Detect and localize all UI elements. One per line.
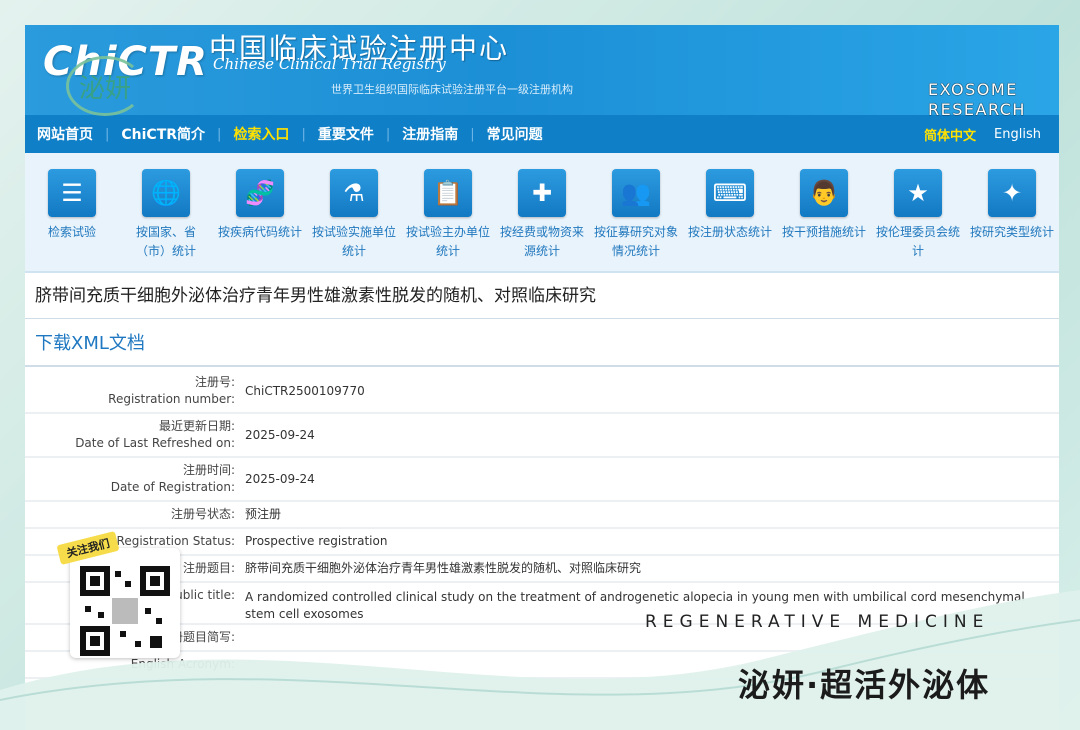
stats-link[interactable]: ⌨ 按注册状态统计 [683,153,777,271]
stats-link-label: 按干预措施统计 [781,225,866,239]
stats-icon-bar: ☰ 检索试验 🌐 按国家、省（市）统计 🧬 按疾病代码统计 ⚗ 按试验实施单位统计 📋 按试验主办… [25,153,1059,273]
detail-row: 注册题目: 脐带间充质干细胞外泌体治疗青年男性雄激素性脱发的随机、对照临床研究 [25,556,1059,583]
field-value: 预注册 [245,507,282,521]
study-title: 脐带间充质干细胞外泌体治疗青年男性雄激素性脱发的随机、对照临床研究 [25,273,1059,319]
keyboard-icon: ⌨ [706,169,754,217]
registration-details: 注册号: Registration number: ChiCTR2500109770… [25,370,1059,679]
clipboard-icon: 📋 [424,169,472,217]
stats-link-label: 按试验主办单位统计 [405,225,490,258]
detail-row: 注册时间: Date of Registration: 2025-09-24 [25,458,1059,502]
header-banner: ChiCTR 中国临床试验注册中心 Chinese Clinical Trial… [25,25,1059,115]
brand-slogan: 泌妍·超活外泌体 [738,666,991,704]
stats-link-label: 按研究类型统计 [969,225,1054,239]
field-value: 2025-09-24 [245,427,315,442]
exosome-research-text: EXOSOME RESEARCH [928,80,1026,120]
research-line: RESEARCH [928,100,1026,119]
nav-item[interactable]: 检索入口 [221,124,301,144]
stats-link[interactable]: ☰ 检索试验 [25,153,119,271]
nav-item[interactable]: 注册指南 [390,124,470,144]
field-label-en: Date of Registration: [110,480,235,494]
download-xml-link[interactable]: 下载XML文档 [25,321,1059,367]
field-value: 脐带间充质干细胞外泌体治疗青年男性雄激素性脱发的随机、对照临床研究 [245,561,642,575]
sparkle-icon: ✦ [988,169,1036,217]
stats-link[interactable]: 🌐 按国家、省（市）统计 [119,153,213,271]
field-label-cn: 注册号: [194,375,235,389]
field-label-cn: 注册时间: [182,463,235,477]
nav-item[interactable]: 网站首页 [25,124,105,144]
detail-row: 注册号状态: 预注册 [25,502,1059,529]
stats-link-label: 按试验实施单位统计 [311,225,396,258]
field-label: 注册时间: Date of Registration: [25,458,235,500]
stats-link-label: 按伦理委员会统计 [875,225,960,258]
medical-kit-icon: ✚ [518,169,566,217]
stats-link[interactable]: ✦ 按研究类型统计 [965,153,1059,271]
lang-chinese-link[interactable]: 简体中文 [924,125,976,144]
dna-icon: 🧬 [236,169,284,217]
nav-item[interactable]: 重要文件 [306,124,386,144]
exosome-line: EXOSOME [928,80,1018,99]
field-label-en: Registration number: [108,392,235,406]
stats-link[interactable]: 📋 按试验主办单位统计 [401,153,495,271]
stats-link[interactable]: ★ 按伦理委员会统计 [871,153,965,271]
world-map-icon: 🌐 [142,169,190,217]
stats-link[interactable]: 🧬 按疾病代码统计 [213,153,307,271]
stats-link[interactable]: 👨 按干预措施统计 [777,153,871,271]
stats-link-label: 按征募研究对象情况统计 [593,225,678,258]
stats-link-label: 按经费或物资来源统计 [499,225,584,258]
flask-icon: ⚗ [330,169,378,217]
field-value: 2025-09-24 [245,471,315,486]
nav-item[interactable]: ChiCTR简介 [109,124,217,144]
field-value [235,652,245,677]
language-switcher: 简体中文 English [924,115,1041,153]
stats-link-label: 按疾病代码统计 [217,225,302,239]
regenerative-medicine-text: REGENERATIVE MEDICINE [645,612,990,632]
field-value [235,625,245,650]
detail-row: 注册号: Registration number: ChiCTR2500109770 [25,370,1059,414]
field-label-cn: 最近更新日期: [158,419,235,433]
nav-item[interactable]: 常见问题 [475,124,555,144]
field-value: Prospective registration [245,534,388,548]
doctor-icon: 👨 [800,169,848,217]
stats-link-label: 按注册状态统计 [687,225,772,239]
detail-row: Registration Status: Prospective registra… [25,529,1059,556]
brand-logo-mark: 泌妍 [66,56,144,116]
stats-link[interactable]: 👥 按征募研究对象情况统计 [589,153,683,271]
field-value: ChiCTR2500109770 [245,383,365,398]
detail-row: 最近更新日期: Date of Last Refreshed on: 2025-09… [25,414,1059,458]
list-icon: ☰ [48,169,96,217]
field-label: 注册号状态: [25,502,235,527]
field-label: 注册号: Registration number: [25,370,235,412]
main-nav: 网站首页 | ChiCTR简介 | 检索入口 | 重要文件 | 注册指南 | 常见问题 简体中文 Eng… [25,115,1059,153]
site-title-en: Chinese Clinical Trial Registry [213,55,446,73]
stats-link[interactable]: ⚗ 按试验实施单位统计 [307,153,401,271]
site-subtitle: 世界卫生组织国际临床试验注册平台一级注册机构 [331,83,573,96]
people-icon: 👥 [612,169,660,217]
stats-link-label: 检索试验 [47,225,96,239]
lang-english-link[interactable]: English [994,127,1041,142]
qr-code-icon[interactable] [80,566,170,656]
star-icon: ★ [894,169,942,217]
field-label-en: Date of Last Refreshed on: [75,436,235,450]
stats-link[interactable]: ✚ 按经费或物资来源统计 [495,153,589,271]
stats-link-label: 按国家、省（市）统计 [135,225,196,258]
field-label-cn: 注册号状态: [170,507,235,521]
field-label: 最近更新日期: Date of Last Refreshed on: [25,414,235,456]
field-label-en: English Acronym: [130,657,235,671]
